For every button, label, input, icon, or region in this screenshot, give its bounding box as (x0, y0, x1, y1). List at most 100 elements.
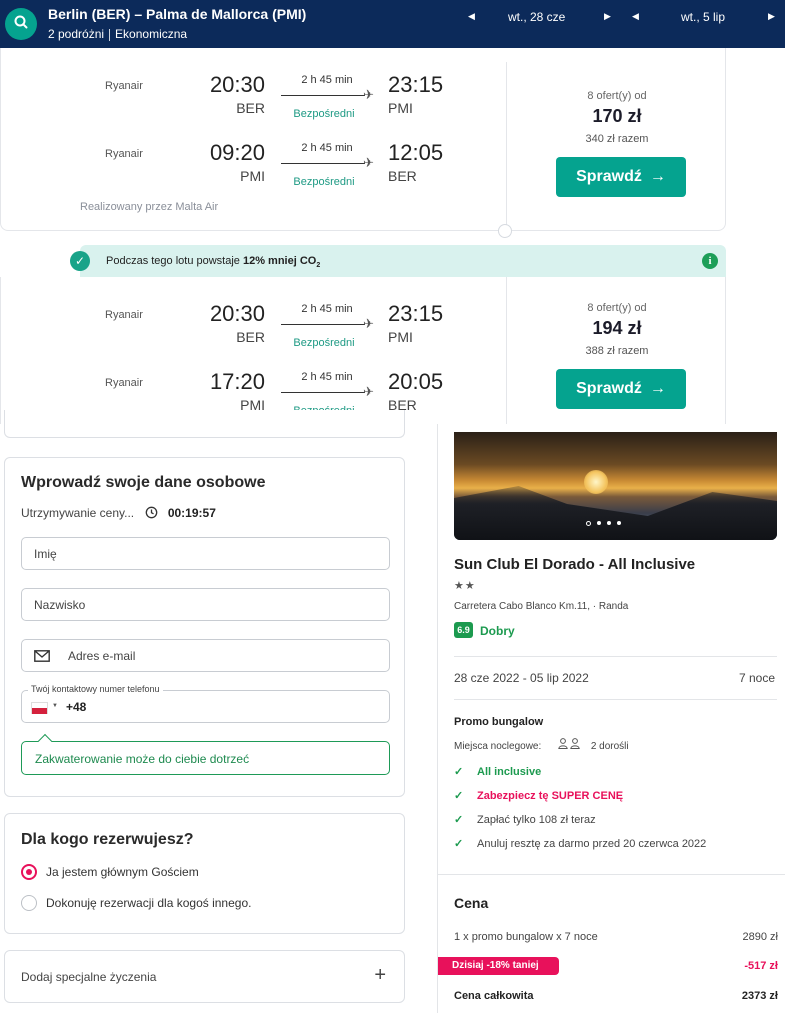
flight-duration: 2 h 45 min (301, 303, 353, 315)
search-header: Berlin (BER) – Palma de Mallorca (PMI) 2… (0, 0, 785, 48)
people-icon (558, 738, 585, 752)
carousel-dots[interactable] (586, 521, 621, 526)
depart-next-arrow-icon[interactable]: ▶ (604, 11, 611, 22)
return-date[interactable]: wt., 5 lip (681, 10, 725, 24)
co2-text: Podczas tego lotu powstaje 12% mniej CO2 (106, 255, 320, 269)
last-name-field[interactable]: Nazwisko (21, 588, 390, 621)
phone-field[interactable]: Twój kontaktowy numer telefonu ▼ +48 (21, 684, 390, 723)
route-title[interactable]: Berlin (BER) – Palma de Mallorca (PMI) (48, 6, 306, 22)
check-icon: ✓ (454, 838, 464, 850)
stay-dates: 28 cze 2022 - 05 lip 2022 (454, 671, 589, 685)
co2-emphasis: 12% mniej CO (242, 255, 317, 267)
offer-price: 170 zł (592, 106, 642, 126)
check-icon: ✓ (454, 814, 464, 826)
feature-item: ✓ Anuluj resztę za darmo przed 20 czerwca… (454, 837, 706, 850)
hotel-photo[interactable] (454, 432, 777, 540)
plane-icon: ✈ (363, 155, 374, 170)
flight-leg-outbound: Ryanair 20:30 BER 2 h 45 min ✈ Bezpośred… (1, 291, 506, 351)
flight-leg-outbound: Ryanair 20:30 BER 2 h 45 min ✈ Bezpośred… (1, 62, 506, 122)
feature-text: All inclusive (477, 766, 542, 778)
flight-duration: 2 h 45 min (301, 142, 353, 154)
special-requests-toggle[interactable]: Dodaj specjalne życzenia + (4, 950, 405, 1003)
email-placeholder: Adres e-mail (68, 649, 136, 663)
price-line-amount: 2890 zł (742, 931, 778, 943)
co2-subscript: 2 (316, 262, 321, 270)
note-pointer (37, 733, 53, 749)
check-offer-button[interactable]: Sprawdź → (556, 369, 686, 409)
booking-for-panel: Dla kogo rezerwujesz? Ja jestem głównym … (4, 813, 405, 934)
feature-text: Anuluj resztę za darmo przed 20 czerwca … (477, 838, 707, 850)
card-notch (498, 224, 512, 238)
hotel-name[interactable]: Sun Club El Dorado - All Inclusive (454, 556, 695, 573)
return-prev-arrow-icon[interactable]: ◀ (632, 11, 639, 22)
photo-sun (584, 470, 608, 494)
phone-field-label: Twój kontaktowy numer telefonu (28, 684, 163, 694)
card-divider (506, 62, 507, 231)
route-line (281, 324, 365, 325)
flight-duration: 2 h 45 min (301, 74, 353, 86)
return-next-arrow-icon[interactable]: ▶ (768, 11, 775, 22)
co2-prefix: Podczas tego lotu powstaje (106, 255, 243, 267)
departure-airport: BER (236, 329, 265, 345)
contact-note-text: Zakwaterowanie może do ciebie dotrzeć (35, 752, 250, 766)
arrival-airport: PMI (388, 100, 413, 116)
offer-total: 388 zł razem (585, 345, 649, 357)
radio-other-label: Dokonuję rezerwacji dla kogoś innego. (46, 896, 252, 910)
first-name-placeholder: Imię (34, 547, 57, 561)
plus-icon[interactable]: + (374, 964, 386, 987)
first-name-field[interactable]: Imię (21, 537, 390, 570)
discount-amount: -517 zł (744, 960, 778, 972)
offer-summary: 8 ofert(y) od 170 zł 340 zł razem (507, 90, 727, 145)
depart-prev-arrow-icon[interactable]: ◀ (468, 11, 475, 22)
departure-time: 20:30 (209, 72, 265, 97)
check-offer-button[interactable]: Sprawdź → (556, 157, 686, 197)
radio-selected-icon[interactable] (21, 864, 37, 880)
beds-value: 2 dorośli (590, 741, 629, 752)
price-hold-timer: 00:19:57 (167, 506, 216, 520)
price-hold: Utrzymywanie ceny... 00:19:57 (21, 506, 216, 522)
personal-details-panel: Wprowadź swoje dane osobowe Utrzymywanie… (4, 457, 405, 797)
search-icon (13, 14, 29, 35)
travel-summary[interactable]: 2 podróżni Ekonomiczna (48, 27, 187, 41)
feature-item: ✓ All inclusive (454, 765, 541, 778)
stay-nights: 7 noce (738, 671, 775, 685)
arrow-right-icon: → (649, 380, 666, 397)
poland-flag-icon[interactable] (31, 702, 48, 714)
price-line-item: 1 x promo bungalow x 7 noce (454, 931, 598, 943)
departure-time: 20:30 (209, 301, 265, 326)
route-line (281, 95, 365, 96)
radio-unselected-icon[interactable] (21, 895, 37, 911)
divider (454, 656, 777, 657)
email-field[interactable]: Adres e-mail (21, 639, 390, 672)
offer-price: 194 zł (592, 318, 642, 338)
departure-airport: BER (236, 100, 265, 116)
offer-total: 340 zł razem (585, 133, 649, 145)
total-amount: 2373 zł (741, 990, 778, 1002)
price-title: Cena (454, 895, 489, 911)
arrival-time: 20:05 (388, 369, 444, 394)
chevron-down-icon[interactable]: ▼ (52, 703, 58, 709)
phone-country-code: +48 (66, 700, 87, 714)
hotel-address: Carretera Cabo Blanco Km.11, · Randa (454, 601, 629, 612)
arrival-time: 12:05 (388, 140, 444, 165)
star-rating-icon: ★★ (454, 580, 476, 592)
check-icon: ✓ (454, 766, 464, 778)
depart-date[interactable]: wt., 28 cze (508, 10, 565, 24)
check-button-label: Sprawdź (576, 380, 642, 397)
arrival-airport: BER (388, 168, 417, 184)
hotel-summary: Sun Club El Dorado - All Inclusive ★★ Ca… (437, 424, 785, 1013)
last-name-placeholder: Nazwisko (34, 598, 86, 612)
departure-airport: PMI (240, 168, 265, 184)
cabin-class: Ekonomiczna (115, 27, 188, 41)
info-icon[interactable]: i (702, 253, 718, 269)
bed-info: Miejsca noclegowe: 2 dorośli (454, 738, 629, 752)
stops-label: Bezpośredni (293, 108, 355, 120)
price-hold-label: Utrzymywanie ceny... (21, 506, 135, 520)
search-button[interactable] (5, 8, 37, 40)
offer-count: 8 ofert(y) od (587, 302, 647, 314)
airline-name: Ryanair (105, 377, 143, 389)
radio-self-label: Ja jestem głównym Gościem (46, 865, 199, 879)
feature-item: ✓ Zapłać tylko 108 zł teraz (454, 813, 596, 826)
beds-label: Miejsca noclegowe: (454, 741, 542, 752)
airline-name: Ryanair (105, 309, 143, 321)
